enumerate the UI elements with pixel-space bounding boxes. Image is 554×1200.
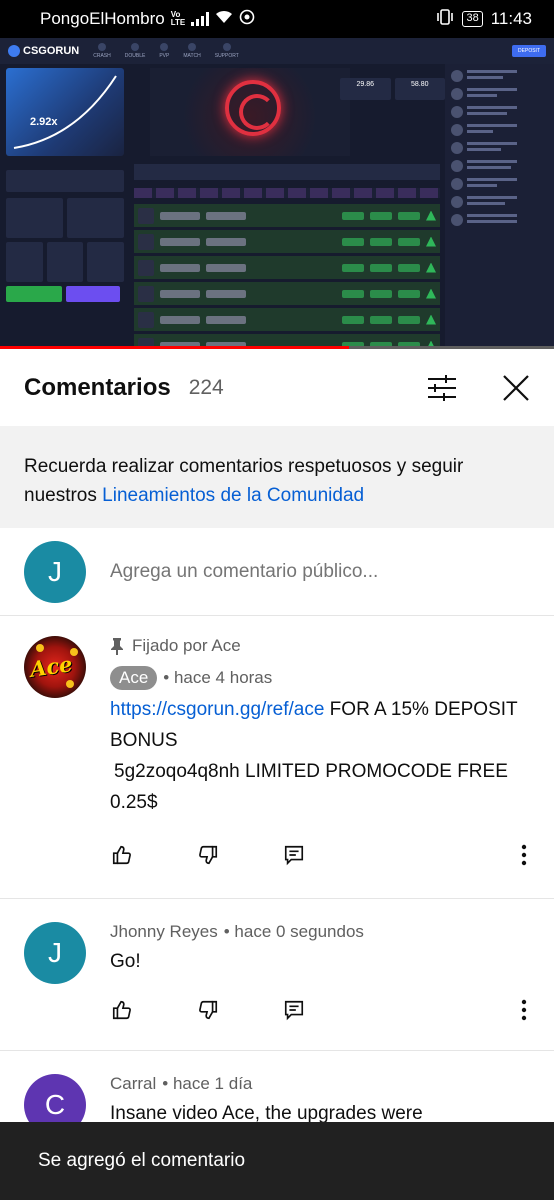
comment-author[interactable]: Carral [110, 1074, 156, 1094]
divider [0, 898, 554, 899]
site-logo: CSGORUN [8, 45, 79, 57]
like-icon[interactable] [110, 843, 134, 867]
crash-graph: 2.92x [6, 68, 124, 156]
close-icon[interactable] [502, 374, 530, 402]
comment-item: Ace Fijado por Ace Ace • hace 4 horas ht… [0, 636, 554, 870]
wifi-icon [215, 9, 233, 29]
signal-icon [191, 12, 210, 26]
snackbar-toast: Se agregó el comentario [0, 1122, 554, 1200]
comment-time: • hace 0 segundos [223, 922, 364, 941]
avatar[interactable]: J [24, 922, 86, 984]
comment-item: J Jhonny Reyes • hace 0 segundos Go! [0, 922, 554, 1025]
nav-pvp: PVP [159, 43, 169, 59]
dislike-icon[interactable] [196, 843, 220, 867]
more-vert-icon[interactable] [512, 998, 536, 1022]
comment-input[interactable] [110, 560, 470, 583]
add-comment-row: J [0, 528, 554, 616]
comment-author[interactable]: Jhonny Reyes [110, 922, 218, 942]
comment-text: Go! [110, 951, 141, 972]
carrier-name: PongoElHombro [40, 9, 165, 28]
community-notice: Recuerda realizar comentarios respetuoso… [0, 426, 554, 528]
nav-match: MATCH [183, 43, 201, 59]
dislike-icon[interactable] [196, 998, 220, 1022]
nav-crash: CRASH [93, 43, 111, 59]
balance-panel [6, 170, 125, 340]
volte-icon: Vo LTE [170, 10, 186, 27]
chat-panel [445, 64, 554, 346]
nav-support: SUPPORT [215, 43, 239, 59]
crash-logo [150, 68, 350, 156]
deposit-button: DEPOSIT [512, 45, 546, 57]
bet-panel: 29.86 58.80 [340, 68, 445, 158]
more-vert-icon[interactable] [512, 843, 536, 867]
divider [0, 1050, 554, 1051]
reply-icon[interactable] [282, 843, 306, 867]
comment-author[interactable]: Ace [110, 666, 158, 690]
bet-value-left: 29.86 [340, 78, 391, 100]
bet-value-right: 58.80 [394, 78, 445, 100]
nav-double: DOUBLE [125, 43, 145, 59]
comments-title: Comentarios [24, 374, 171, 401]
bets-table [134, 164, 440, 346]
comment-time: • hace 1 día [162, 1074, 253, 1093]
comments-count: 224 [188, 376, 224, 399]
comment-link[interactable]: https://csgorun.gg/ref/ace [110, 699, 324, 720]
like-icon[interactable] [110, 998, 134, 1022]
whatsapp-icon [239, 9, 255, 30]
comment-text: https://csgorun.gg/ref/ace FOR A 15% DEP… [110, 699, 518, 813]
pinned-label: Fijado por Ace [110, 636, 530, 656]
avatar[interactable]: Ace [24, 636, 86, 698]
reply-icon[interactable] [282, 998, 306, 1022]
clock: 11:43 [490, 9, 532, 28]
sort-filter-icon[interactable] [426, 374, 458, 402]
exchange-button [6, 286, 62, 302]
comment-time: • hace 4 horas [163, 668, 273, 687]
site-nav: CSGORUN CRASH DOUBLE PVP MATCH SUPPORT D… [0, 38, 554, 64]
comments-header: Comentarios 224 [0, 352, 554, 424]
take-button [66, 286, 120, 302]
pin-icon [111, 638, 123, 655]
video-progress-bar[interactable] [0, 346, 554, 349]
battery-icon: 38 [462, 11, 483, 27]
multiplier: 2.92x [30, 116, 58, 128]
avatar: J [24, 540, 86, 603]
vibrate-icon [436, 8, 454, 30]
video-player[interactable]: CSGORUN CRASH DOUBLE PVP MATCH SUPPORT D… [0, 38, 554, 346]
status-bar: PongoElHombro Vo LTE 38 11:43 [0, 0, 554, 38]
community-guidelines-link[interactable]: Lineamientos de la Comunidad [102, 485, 364, 506]
